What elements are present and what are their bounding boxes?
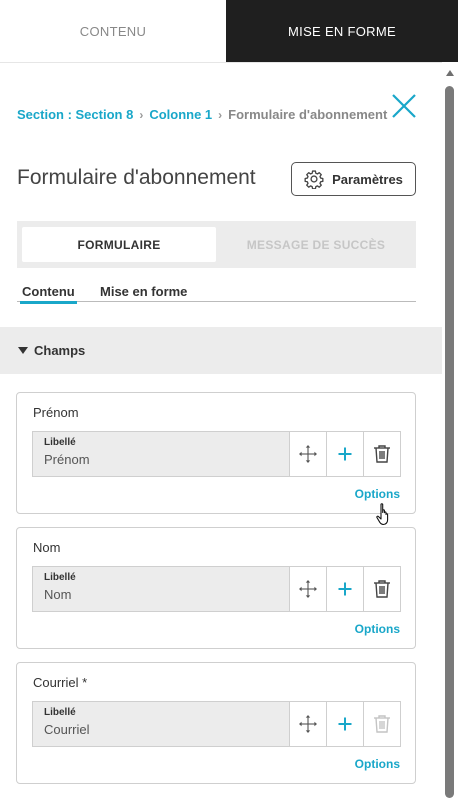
add-button[interactable] <box>326 567 363 611</box>
subtab-mise-en-forme[interactable]: Mise en forme <box>100 284 187 299</box>
triangle-down-icon <box>18 347 28 354</box>
close-icon <box>392 94 416 118</box>
field-title: Nom <box>33 540 61 555</box>
scrollbar[interactable] <box>442 62 458 800</box>
label-value: Prénom <box>44 452 90 467</box>
field-card: Prénom Libellé Prénom Options <box>16 392 416 514</box>
field-row: Libellé Prénom <box>32 431 401 477</box>
label-caption: Libellé <box>44 437 76 448</box>
label-value: Nom <box>44 587 72 602</box>
field-title: Courriel * <box>33 675 88 690</box>
move-arrows-icon <box>299 445 317 463</box>
plus-icon <box>338 717 352 731</box>
segment-tabs: FORMULAIRE MESSAGE DE SUCCÈS <box>17 221 416 268</box>
label-input[interactable]: Libellé Prénom <box>33 432 289 476</box>
delete-button[interactable] <box>363 567 400 611</box>
field-row: Libellé Nom <box>32 566 401 612</box>
move-button[interactable] <box>289 432 326 476</box>
page-title: Formulaire d'abonnement <box>17 166 256 189</box>
options-link[interactable]: Options <box>355 622 400 636</box>
options-link[interactable]: Options <box>355 757 400 771</box>
label-caption: Libellé <box>44 707 76 718</box>
breadcrumb-column-link[interactable]: Colonne 1 <box>149 107 212 122</box>
move-arrows-icon <box>299 715 317 733</box>
breadcrumb-section-link[interactable]: Section : Section 8 <box>17 107 133 122</box>
breadcrumb: Section : Section 8 › Colonne 1 › Formul… <box>17 107 387 122</box>
hand-cursor-icon <box>376 503 389 526</box>
label-value: Courriel <box>44 722 90 737</box>
tab-mise-en-forme[interactable]: MISE EN FORME <box>226 0 458 62</box>
top-tabs: CONTENU MISE EN FORME <box>0 0 458 62</box>
move-button[interactable] <box>289 702 326 746</box>
breadcrumb-chevron-icon: › <box>218 107 223 122</box>
sub-tabs: Contenu Mise en forme <box>17 282 416 304</box>
plus-icon <box>338 447 352 461</box>
add-button[interactable] <box>326 432 363 476</box>
tab-formulaire[interactable]: FORMULAIRE <box>22 227 216 262</box>
trash-icon <box>374 580 390 598</box>
label-input[interactable]: Libellé Nom <box>33 567 289 611</box>
scroll-up-arrow-icon[interactable] <box>446 70 454 76</box>
parameters-button-label: Paramètres <box>332 171 403 187</box>
close-button[interactable] <box>390 92 418 120</box>
trash-icon <box>374 715 390 733</box>
move-arrows-icon <box>299 580 317 598</box>
scroll-thumb[interactable] <box>445 86 454 798</box>
tab-message-de-succes[interactable]: MESSAGE DE SUCCÈS <box>220 227 412 262</box>
delete-button-disabled <box>363 702 400 746</box>
section-champs-label: Champs <box>34 343 86 358</box>
label-input[interactable]: Libellé Courriel <box>33 702 289 746</box>
move-button[interactable] <box>289 567 326 611</box>
breadcrumb-current: Formulaire d'abonnement <box>228 107 388 122</box>
parameters-button[interactable]: Paramètres <box>291 162 416 196</box>
field-row: Libellé Courriel <box>32 701 401 747</box>
gear-icon <box>304 170 324 189</box>
trash-icon <box>374 445 390 463</box>
tab-contenu[interactable]: CONTENU <box>0 0 226 62</box>
delete-button[interactable] <box>363 432 400 476</box>
section-champs-header[interactable]: Champs <box>0 327 442 374</box>
breadcrumb-chevron-icon: › <box>139 107 144 122</box>
label-caption: Libellé <box>44 572 76 583</box>
add-button[interactable] <box>326 702 363 746</box>
field-title: Prénom <box>33 405 79 420</box>
field-card: Nom Libellé Nom Options <box>16 527 416 649</box>
subtab-contenu[interactable]: Contenu <box>20 284 77 304</box>
field-card: Courriel * Libellé Courriel Options <box>16 662 416 784</box>
plus-icon <box>338 582 352 596</box>
options-link[interactable]: Options <box>355 487 400 501</box>
